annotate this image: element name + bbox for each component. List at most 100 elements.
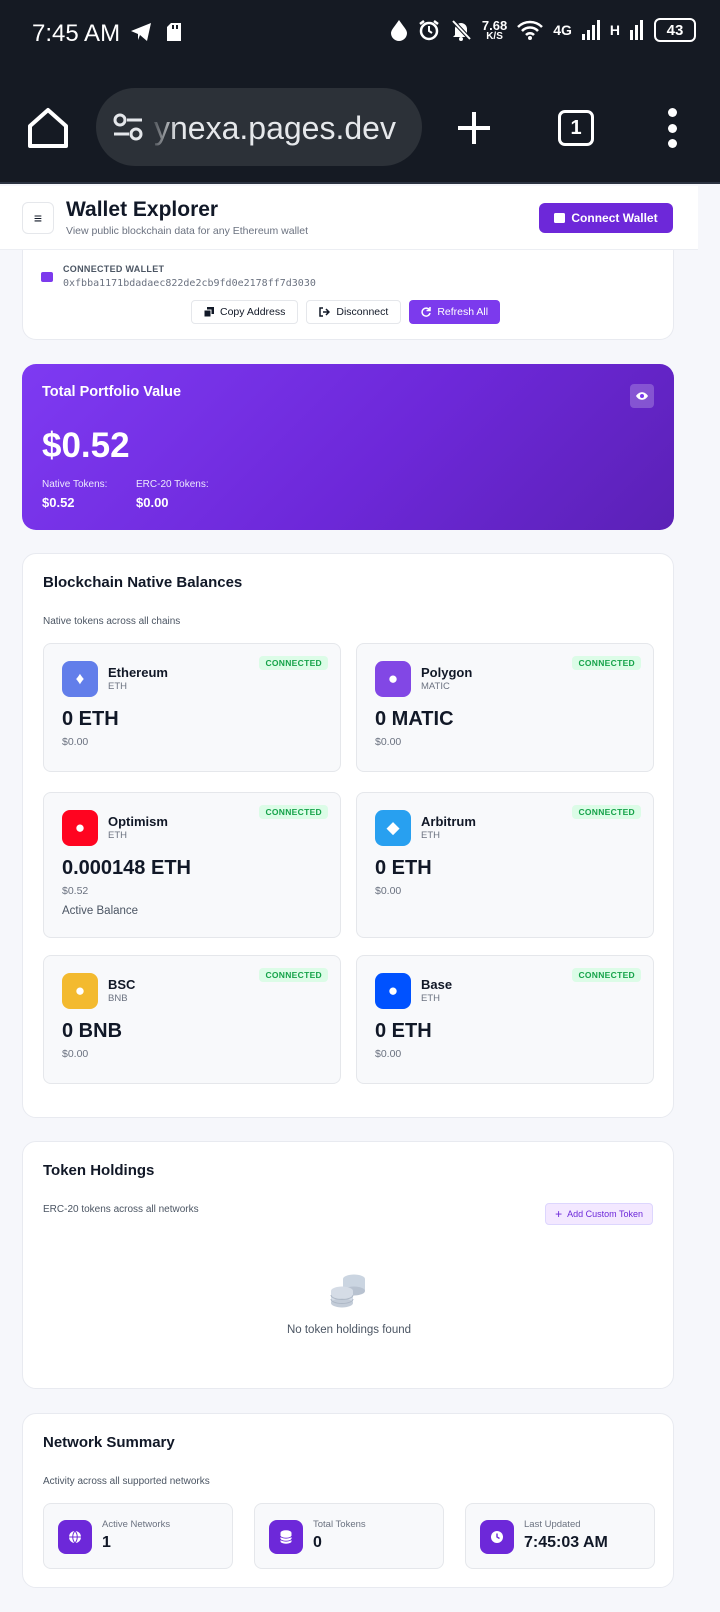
arbitrum-icon: ◆ — [375, 810, 411, 846]
chain-usd-value: $0.00 — [375, 1048, 402, 1060]
add-custom-token-button[interactable]: + Add Custom Token — [545, 1203, 653, 1225]
chain-balance: 0 MATIC — [375, 708, 454, 730]
chain-card-ethereum[interactable]: ♦ Ethereum ETH CONNECTED 0 ETH $0.00 — [43, 643, 341, 772]
chain-symbol: ETH — [108, 681, 127, 692]
stat-active-networks: Active Networks 1 — [43, 1503, 233, 1569]
network-summary-card: Network Summary Activity across all supp… — [22, 1413, 674, 1588]
status-badge: CONNECTED — [572, 805, 641, 819]
address-bar[interactable]: ynexa.pages.dev — [96, 88, 422, 166]
section-title: Token Holdings — [43, 1162, 155, 1179]
new-tab-icon[interactable] — [456, 110, 492, 146]
speed-value: 7.68 — [481, 17, 508, 33]
ethereum-icon: ♦ — [62, 661, 98, 697]
empty-state-text: No token holdings found — [286, 1324, 412, 1336]
erc20-tokens-value: $0.00 — [136, 495, 169, 510]
page-subtitle: View public blockchain data for any Ethe… — [66, 225, 309, 237]
database-icon — [269, 1520, 303, 1554]
active-balance-note: Active Balance — [62, 905, 139, 917]
section-subtitle: Native tokens across all chains — [43, 616, 181, 627]
url-text[interactable]: ynexa.pages.dev — [154, 110, 396, 147]
section-subtitle: ERC-20 tokens across all networks — [43, 1204, 199, 1215]
page-title: Wallet Explorer — [66, 198, 219, 221]
status-badge: CONNECTED — [259, 656, 328, 670]
bell-off-icon — [451, 19, 472, 41]
stat-value: 0 — [313, 1534, 322, 1551]
wifi-icon — [517, 20, 544, 40]
status-badge: CONNECTED — [259, 805, 328, 819]
disconnect-label: Disconnect — [336, 306, 389, 318]
globe-icon — [58, 1520, 92, 1554]
chain-card-polygon[interactable]: ● Polygon MATIC CONNECTED 0 MATIC $0.00 — [356, 643, 654, 772]
chain-name: Polygon — [421, 665, 473, 680]
chain-balance: 0 ETH — [375, 857, 432, 879]
chain-card-optimism[interactable]: ● Optimism ETH CONNECTED 0.000148 ETH $0… — [43, 792, 341, 938]
wallet-address: 0xfbba1171bdadaec822de2cb9fd0e2178ff7d30… — [63, 278, 316, 289]
chain-card-base[interactable]: ● Base ETH CONNECTED 0 ETH $0.00 — [356, 955, 654, 1084]
coins-icon — [330, 1274, 365, 1308]
chain-balance: 0 ETH — [375, 1020, 432, 1042]
chain-name: Ethereum — [108, 665, 168, 680]
chain-name: Optimism — [108, 814, 168, 829]
stat-label: Last Updated — [524, 1519, 581, 1530]
connected-wallet-card: CONNECTED WALLET 0xfbba1171bdadaec822de2… — [22, 250, 674, 340]
copy-icon — [204, 307, 214, 317]
menu-button[interactable]: ≡ — [22, 202, 54, 234]
portfolio-title: Total Portfolio Value — [42, 384, 182, 400]
toggle-visibility-button[interactable] — [630, 384, 654, 408]
network-type: 4G — [553, 22, 572, 38]
chain-name: Arbitrum — [421, 814, 476, 829]
status-bar: 7:45 AM 7.68 K/S 4G H 43 — [0, 0, 720, 72]
refresh-all-label: Refresh All — [437, 306, 489, 318]
stat-value: 7:45:03 AM — [524, 1534, 608, 1551]
chain-usd-value: $0.00 — [375, 736, 402, 748]
plus-icon: + — [555, 1207, 563, 1221]
connect-wallet-label: Connect Wallet — [571, 211, 658, 225]
browser-toolbar: ynexa.pages.dev 1 — [0, 72, 720, 184]
app-header: ≡ Wallet Explorer View public blockchain… — [0, 186, 698, 250]
polygon-icon: ● — [375, 661, 411, 697]
tab-switcher-button[interactable]: 1 — [558, 110, 594, 146]
signal-icon — [581, 20, 600, 40]
chain-card-arbitrum[interactable]: ◆ Arbitrum ETH CONNECTED 0 ETH $0.00 — [356, 792, 654, 938]
refresh-all-button[interactable]: Refresh All — [409, 300, 501, 324]
native-tokens-label: Native Tokens: — [42, 479, 108, 490]
clock-icon — [480, 1520, 514, 1554]
stat-last-updated: Last Updated 7:45:03 AM — [465, 1503, 655, 1569]
disconnect-button[interactable]: Disconnect — [306, 300, 402, 324]
wallet-icon — [554, 213, 566, 223]
chain-card-bsc[interactable]: ● BSC BNB CONNECTED 0 BNB $0.00 — [43, 955, 341, 1084]
speed-unit: K/S — [486, 30, 503, 42]
chain-name: BSC — [108, 977, 136, 992]
refresh-icon — [421, 307, 432, 317]
network-type-2: H — [609, 22, 620, 38]
copy-address-button[interactable]: Copy Address — [191, 300, 299, 324]
water-drop-icon — [390, 20, 407, 41]
connect-wallet-button[interactable]: Connect Wallet — [539, 203, 673, 233]
chain-usd-value: $0.00 — [62, 1048, 89, 1060]
battery-level: 43 — [666, 21, 684, 39]
native-balances-card: Blockchain Native Balances Native tokens… — [22, 553, 674, 1118]
section-title: Network Summary — [43, 1434, 175, 1451]
portfolio-value-card: Total Portfolio Value $0.52 Native Token… — [22, 364, 674, 530]
chain-usd-value: $0.00 — [375, 885, 402, 897]
alarm-icon — [419, 20, 439, 41]
status-badge: CONNECTED — [572, 968, 641, 982]
site-settings-icon[interactable] — [112, 112, 144, 142]
tab-count: 1 — [570, 116, 582, 139]
native-tokens-value: $0.52 — [42, 495, 75, 510]
home-icon[interactable] — [26, 106, 70, 150]
logout-icon — [319, 307, 331, 317]
chain-usd-value: $0.52 — [62, 885, 89, 897]
section-title: Blockchain Native Balances — [43, 574, 243, 591]
connected-wallet-label: CONNECTED WALLET — [63, 264, 165, 274]
sd-card-icon — [167, 23, 181, 41]
chain-balance: 0.000148 ETH — [62, 857, 191, 879]
eye-icon — [636, 392, 648, 400]
chain-symbol: MATIC — [421, 681, 450, 692]
battery-indicator: 43 — [654, 18, 696, 42]
more-options-icon[interactable] — [664, 108, 680, 148]
stat-label: Total Tokens — [313, 1519, 366, 1530]
stat-total-tokens: Total Tokens 0 — [254, 1503, 444, 1569]
add-custom-token-label: Add Custom Token — [567, 1209, 643, 1219]
status-badge: CONNECTED — [572, 656, 641, 670]
